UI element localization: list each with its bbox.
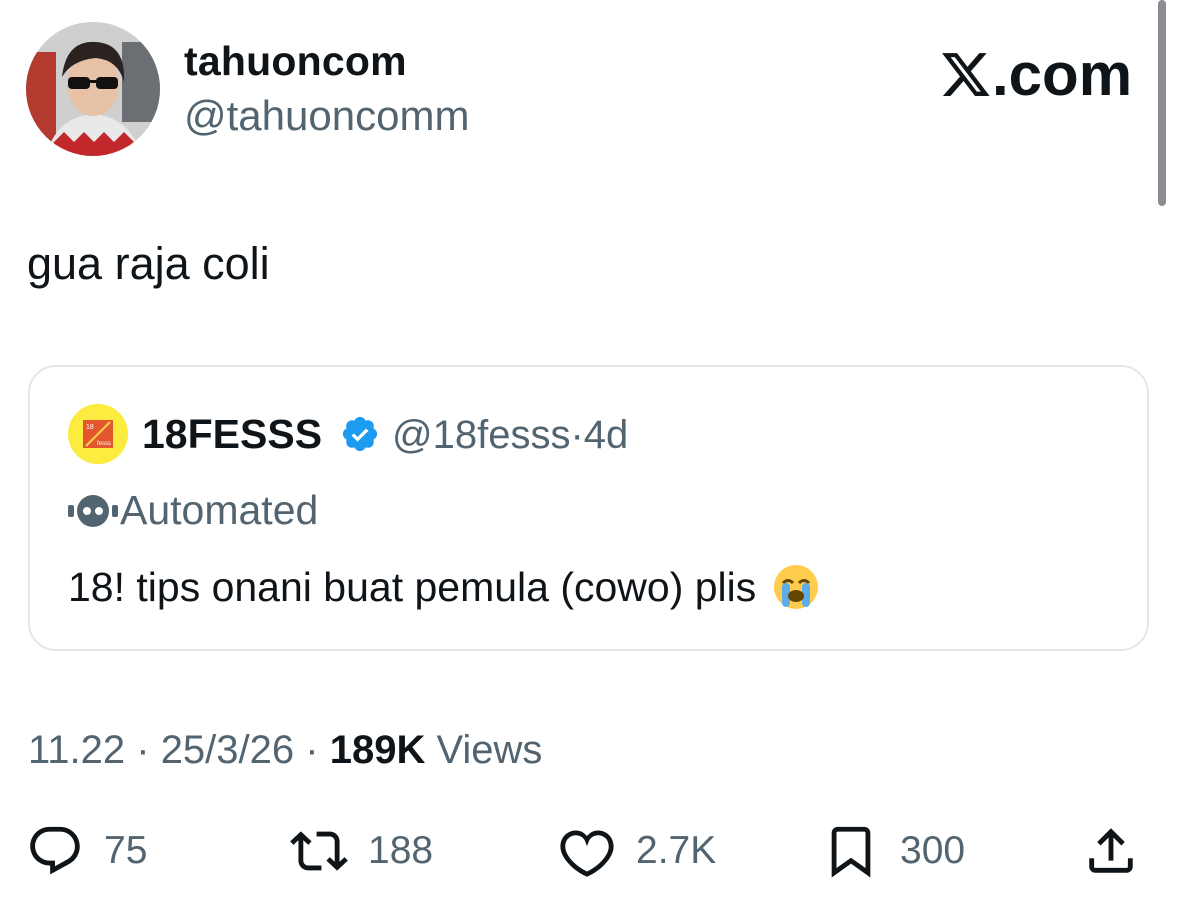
quote-text: 18! tips onani buat pemula (cowo) plis [68,563,757,610]
x-logo-icon [942,52,990,96]
avatar-text-top: 18 [86,424,94,431]
tweet-date[interactable]: 25/3/26 [161,728,294,772]
quote-time[interactable]: 4d [584,413,629,457]
bookmark-count: 300 [900,829,966,872]
views-count[interactable]: 189K [330,728,426,772]
x-com-brand: .com [940,40,1132,109]
bookmark-button[interactable]: 300 [822,822,965,880]
meta-separator: · [570,413,584,457]
brand-label: .com [992,41,1133,108]
repost-button[interactable]: 188 [290,822,433,880]
loudly-crying-face-emoji [774,565,819,609]
repost-icon [290,831,348,871]
views-label: Views [425,728,543,772]
share-icon [1089,828,1133,873]
quote-author-handle[interactable]: @18fesss [392,413,570,457]
scrollbar[interactable] [1158,0,1166,206]
meta-dot: · [125,728,161,772]
automated-label: Automated [120,487,319,533]
reply-count: 75 [104,829,148,872]
author-handle[interactable]: @tahuoncomm [184,92,469,140]
like-count: 2.7K [636,829,717,872]
quote-text-row: 18! tips onani buat pemula (cowo) plis [68,563,820,611]
bookmark-icon [831,826,871,878]
verified-badge-icon [342,416,378,452]
tweet-text: gua raja coli [27,238,270,289]
quoted-tweet-card[interactable]: 18 fesss 18FESSS @18fesss·4d Automated 1… [28,365,1149,651]
reply-button[interactable]: 75 [26,822,147,880]
share-button[interactable] [1082,822,1160,880]
meta-dot: · [294,728,330,772]
like-button[interactable]: 2.7K [558,822,716,880]
repost-count: 188 [368,829,434,872]
like-icon [560,830,614,877]
avatar-text-bottom: fesss [97,441,111,447]
reply-icon [30,826,80,875]
quote-meta: @18fesss·4d [392,413,628,458]
author-display-name[interactable]: tahuoncom [184,38,407,85]
automated-bot-icon [68,495,118,527]
tweet-meta: 11.22 · 25/3/26 · 189K Views [28,728,542,773]
tweet-time[interactable]: 11.22 [28,728,125,772]
quote-author-name[interactable]: 18FESSS [142,411,322,458]
quote-author-avatar[interactable]: 18 fesss [68,404,128,464]
author-avatar[interactable] [26,22,160,156]
